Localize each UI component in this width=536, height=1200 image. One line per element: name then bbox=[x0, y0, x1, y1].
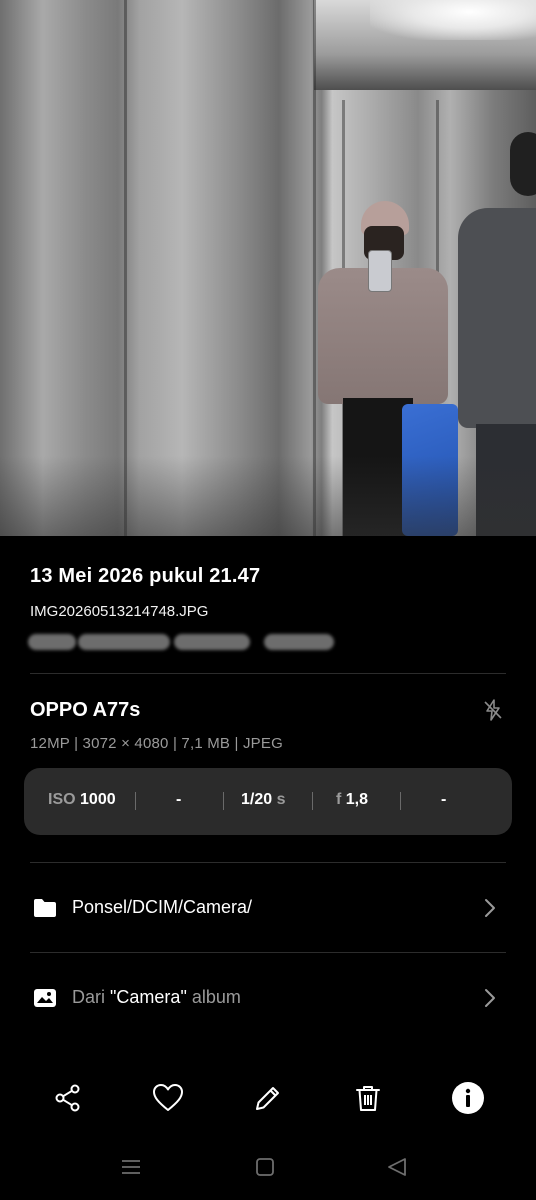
phone bbox=[368, 250, 392, 292]
floor-shadow bbox=[0, 456, 536, 536]
image-specs: 12MP | 3072 × 4080 | 7,1 MB | JPEG bbox=[30, 735, 283, 752]
favorite-button[interactable] bbox=[148, 1078, 188, 1118]
info-button[interactable] bbox=[448, 1078, 488, 1118]
album-icon bbox=[32, 985, 58, 1011]
divider bbox=[30, 862, 506, 863]
menu-icon bbox=[122, 1160, 140, 1174]
shutter-value: 1/20 bbox=[241, 791, 273, 808]
album-prefix: Dari bbox=[72, 987, 106, 1007]
iso-value: 1000 bbox=[80, 791, 116, 808]
shutter-unit: s bbox=[276, 791, 286, 808]
flash-off-icon bbox=[481, 698, 505, 722]
iso-field: ISO 1000 bbox=[48, 791, 116, 809]
divider bbox=[30, 952, 506, 953]
folder-icon bbox=[32, 895, 58, 921]
chevron-right-icon bbox=[482, 987, 498, 1009]
device-name: OPPO A77s bbox=[30, 699, 141, 721]
photo-date: 13 Mei 2026 pukul 21.47 bbox=[30, 565, 261, 587]
aperture-value: 1,8 bbox=[345, 791, 369, 808]
photo-preview[interactable] bbox=[0, 0, 536, 536]
album-source: Dari "Camera" album bbox=[72, 987, 241, 1008]
exposure-compensation: - bbox=[176, 791, 182, 808]
share-button[interactable] bbox=[48, 1078, 88, 1118]
back-button[interactable] bbox=[384, 1154, 410, 1180]
chevron-right-icon bbox=[482, 897, 498, 919]
recent-apps-button[interactable] bbox=[118, 1154, 144, 1180]
album-row[interactable]: Dari "Camera" album bbox=[0, 968, 536, 1028]
person-silhouette bbox=[510, 132, 536, 196]
iso-label: ISO bbox=[48, 791, 76, 808]
shutter-field: 1/20 s bbox=[241, 791, 286, 809]
back-icon bbox=[388, 1158, 406, 1176]
delete-button[interactable] bbox=[348, 1078, 388, 1118]
album-name: "Camera" bbox=[110, 987, 187, 1007]
person-silhouette bbox=[458, 208, 536, 428]
exif-panel: ISO 1000 - 1/20 s f 1,8 - bbox=[24, 768, 512, 835]
folder-path: Ponsel/DCIM/Camera/ bbox=[72, 897, 253, 917]
favorite-icon bbox=[153, 1084, 183, 1111]
divider bbox=[30, 673, 506, 674]
location-redacted bbox=[28, 630, 338, 654]
share-icon bbox=[55, 1084, 80, 1112]
aperture-label: f bbox=[336, 791, 342, 808]
folder-path-row[interactable]: Ponsel/DCIM/Camera/ bbox=[0, 878, 536, 938]
separator bbox=[223, 792, 224, 810]
info-icon bbox=[452, 1082, 484, 1114]
delete-icon bbox=[356, 1086, 380, 1111]
separator bbox=[312, 792, 313, 810]
home-icon bbox=[256, 1158, 274, 1176]
file-name: IMG20260513214748.JPG bbox=[30, 603, 209, 620]
aperture-field: f 1,8 bbox=[336, 791, 368, 809]
album-suffix: album bbox=[191, 987, 241, 1007]
separator bbox=[135, 792, 136, 810]
ceiling-light bbox=[370, 0, 536, 40]
focal-length: - bbox=[441, 791, 447, 808]
edit-button[interactable] bbox=[248, 1078, 288, 1118]
home-button[interactable] bbox=[252, 1154, 278, 1180]
separator bbox=[400, 792, 401, 810]
edit-icon bbox=[256, 1087, 279, 1110]
